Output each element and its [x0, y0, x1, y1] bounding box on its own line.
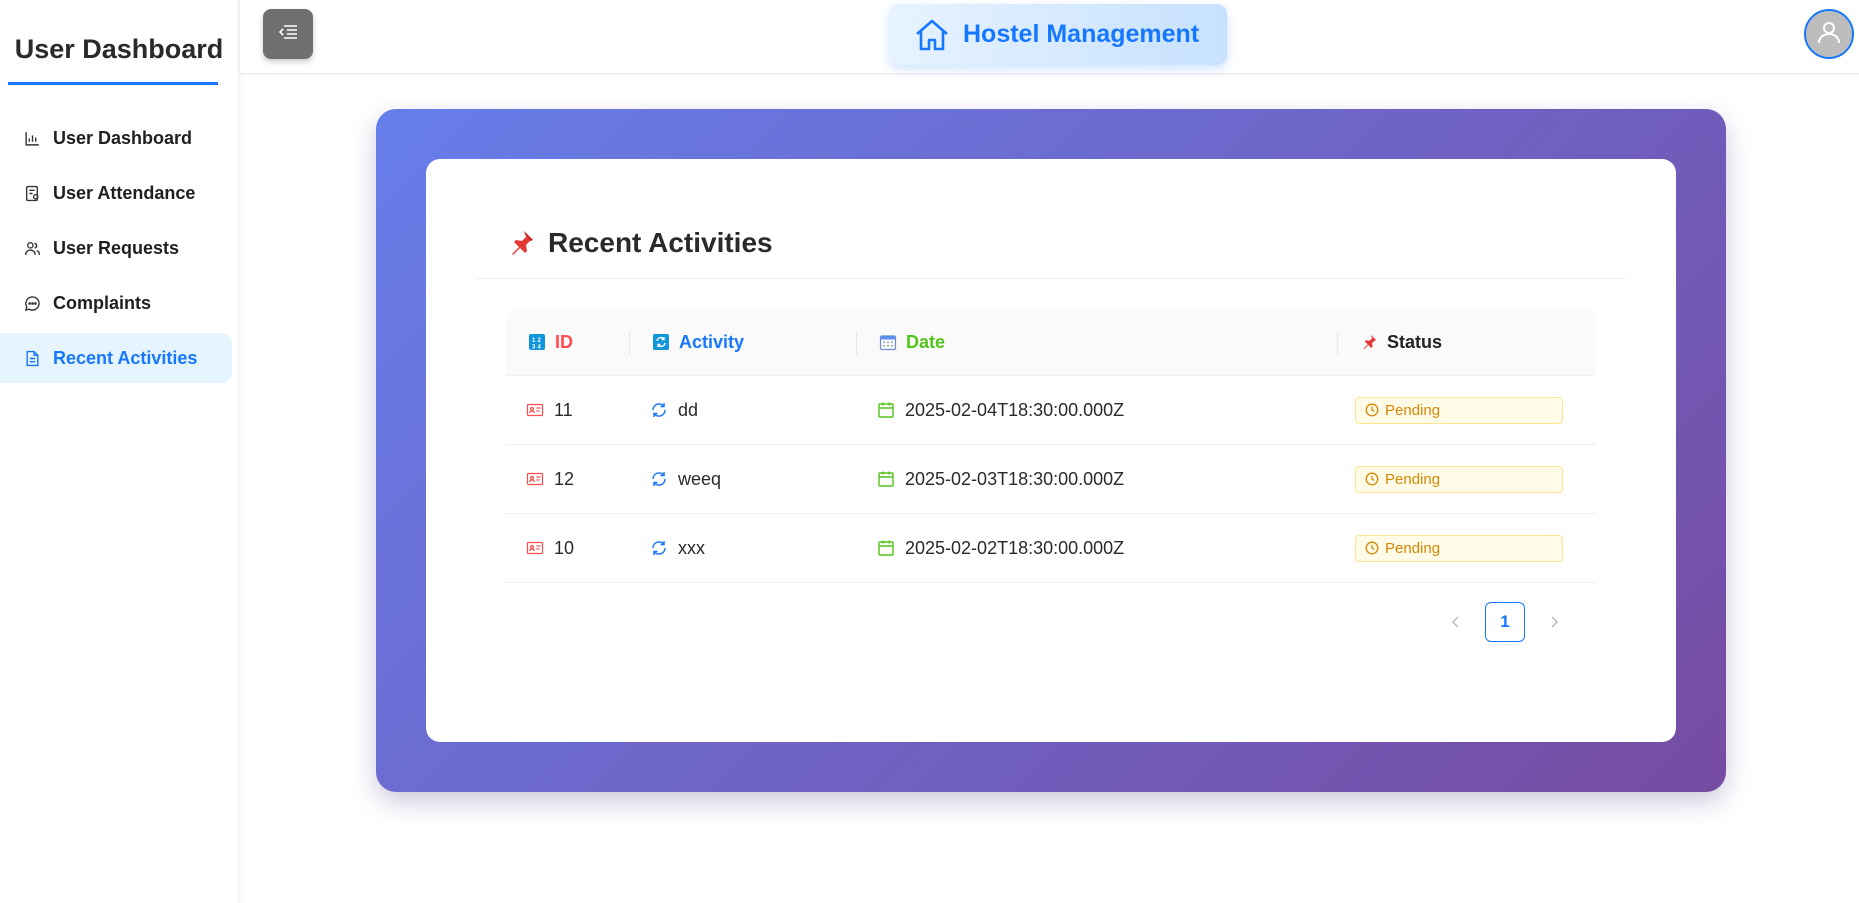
table-header: 1234 ID Activity Date Status — [506, 309, 1596, 376]
sidebar-item-label: Complaints — [53, 292, 152, 313]
date-value: 2025-02-04T18:30:00.000Z — [905, 399, 1125, 420]
cell-date: 2025-02-04T18:30:00.000Z — [857, 376, 1338, 444]
cell-id: 11 — [506, 376, 630, 444]
top-header: Hostel Management — [240, 0, 1859, 74]
column-header-status[interactable]: Status — [1338, 309, 1596, 375]
chevron-left-icon — [1452, 616, 1459, 628]
cell-status: Pending — [1338, 514, 1596, 582]
menu-fold-icon — [278, 24, 298, 45]
sidebar-item-recent-activities[interactable]: Recent Activities — [0, 333, 232, 383]
id-value: 12 — [554, 468, 575, 489]
cell-date: 2025-02-02T18:30:00.000Z — [857, 514, 1338, 582]
sidebar-item-label: User Dashboard — [53, 127, 193, 148]
column-header-label: ID — [555, 331, 573, 352]
status-badge: Pending — [1355, 465, 1563, 493]
activities-table: 1234 ID Activity Date Status 11 dd 2025-… — [506, 309, 1596, 583]
page-number-button[interactable]: 1 — [1485, 602, 1525, 642]
activity-value: xxx — [678, 537, 705, 558]
clock-icon — [1365, 541, 1379, 555]
status-badge: Pending — [1355, 396, 1563, 424]
avatar[interactable] — [1804, 9, 1854, 59]
cell-activity: weeq — [630, 445, 857, 513]
pushpin-icon — [506, 228, 536, 258]
sidebar-item-label: User Requests — [53, 237, 180, 258]
attendance-icon — [23, 184, 41, 202]
divider — [476, 278, 1626, 279]
sidebar-item-user-dashboard[interactable]: User Dashboard — [0, 113, 232, 163]
user-icon — [1816, 19, 1842, 50]
cell-id: 12 — [506, 445, 630, 513]
table-row[interactable]: 11 dd 2025-02-04T18:30:00.000Z Pending — [506, 376, 1596, 445]
cell-id: 10 — [506, 514, 630, 582]
column-header-date[interactable]: Date — [857, 309, 1338, 375]
sidebar-title: User Dashboard — [14, 34, 224, 64]
table-row[interactable]: 12 weeq 2025-02-03T18:30:00.000Z Pending — [506, 445, 1596, 514]
clock-icon — [1365, 472, 1379, 486]
next-page-button[interactable] — [1534, 602, 1574, 642]
sync-icon — [650, 539, 668, 557]
id-card-icon — [526, 470, 544, 488]
status-text: Pending — [1385, 470, 1441, 488]
brand-title: Hostel Management — [963, 20, 1200, 48]
id-value: 11 — [554, 399, 573, 420]
sidebar-item-user-requests[interactable]: User Requests — [0, 223, 232, 273]
file-icon — [23, 349, 41, 367]
sidebar-item-complaints[interactable]: Complaints — [0, 278, 232, 328]
card-title: Recent Activities — [506, 227, 773, 259]
date-value: 2025-02-02T18:30:00.000Z — [905, 537, 1125, 558]
app-root: User Dashboard User Dashboard User Atten… — [0, 0, 1859, 903]
column-header-label: Status — [1387, 331, 1443, 352]
activity-value: weeq — [678, 468, 722, 489]
id-value: 10 — [554, 537, 575, 558]
prev-page-button[interactable] — [1436, 602, 1476, 642]
column-header-label: Date — [906, 331, 946, 352]
card-title-text: Recent Activities — [548, 227, 773, 258]
sync-icon — [650, 470, 668, 488]
pagination: 1 — [1436, 602, 1574, 642]
calendar-icon — [879, 333, 897, 351]
cell-status: Pending — [1338, 445, 1596, 513]
calendar-icon — [877, 470, 895, 488]
menu-toggle-button[interactable] — [263, 9, 313, 59]
table-row[interactable]: 10 xxx 2025-02-02T18:30:00.000Z Pending — [506, 514, 1596, 583]
home-icon — [913, 16, 951, 54]
bar-chart-icon — [23, 129, 41, 147]
id-card-icon — [526, 401, 544, 419]
sidebar-item-user-attendance[interactable]: User Attendance — [0, 168, 232, 218]
cell-status: Pending — [1338, 376, 1596, 444]
users-icon — [23, 239, 41, 257]
sync-icon — [650, 401, 668, 419]
sidebar-item-label: User Attendance — [53, 182, 196, 203]
activity-value: dd — [678, 399, 699, 420]
number-icon: 1234 — [528, 333, 546, 351]
column-header-activity[interactable]: Activity — [630, 309, 857, 375]
column-header-label: Activity — [679, 331, 745, 352]
status-badge: Pending — [1355, 534, 1563, 562]
calendar-icon — [877, 539, 895, 557]
pushpin-icon — [1360, 333, 1378, 351]
cell-activity: xxx — [630, 514, 857, 582]
message-icon — [23, 294, 41, 312]
cell-date: 2025-02-03T18:30:00.000Z — [857, 445, 1338, 513]
gradient-panel: Recent Activities 1234 ID Activity Date … — [376, 109, 1726, 792]
status-text: Pending — [1385, 401, 1441, 419]
brand-banner: Hostel Management — [889, 4, 1227, 65]
activities-card: Recent Activities 1234 ID Activity Date … — [426, 159, 1676, 742]
clock-icon — [1365, 403, 1379, 417]
status-text: Pending — [1385, 539, 1441, 557]
chevron-right-icon — [1551, 616, 1558, 628]
cell-activity: dd — [630, 376, 857, 444]
sync-icon — [652, 333, 670, 351]
date-value: 2025-02-03T18:30:00.000Z — [905, 468, 1125, 489]
column-header-id[interactable]: 1234 ID — [506, 309, 630, 375]
sidebar-title-underline — [8, 82, 218, 85]
sidebar: User Dashboard User Dashboard User Atten… — [0, 0, 239, 903]
id-card-icon — [526, 539, 544, 557]
sidebar-item-label: Recent Activities — [53, 347, 198, 368]
sidebar-nav: User Dashboard User Attendance User Requ… — [0, 113, 238, 383]
calendar-icon — [877, 401, 895, 419]
